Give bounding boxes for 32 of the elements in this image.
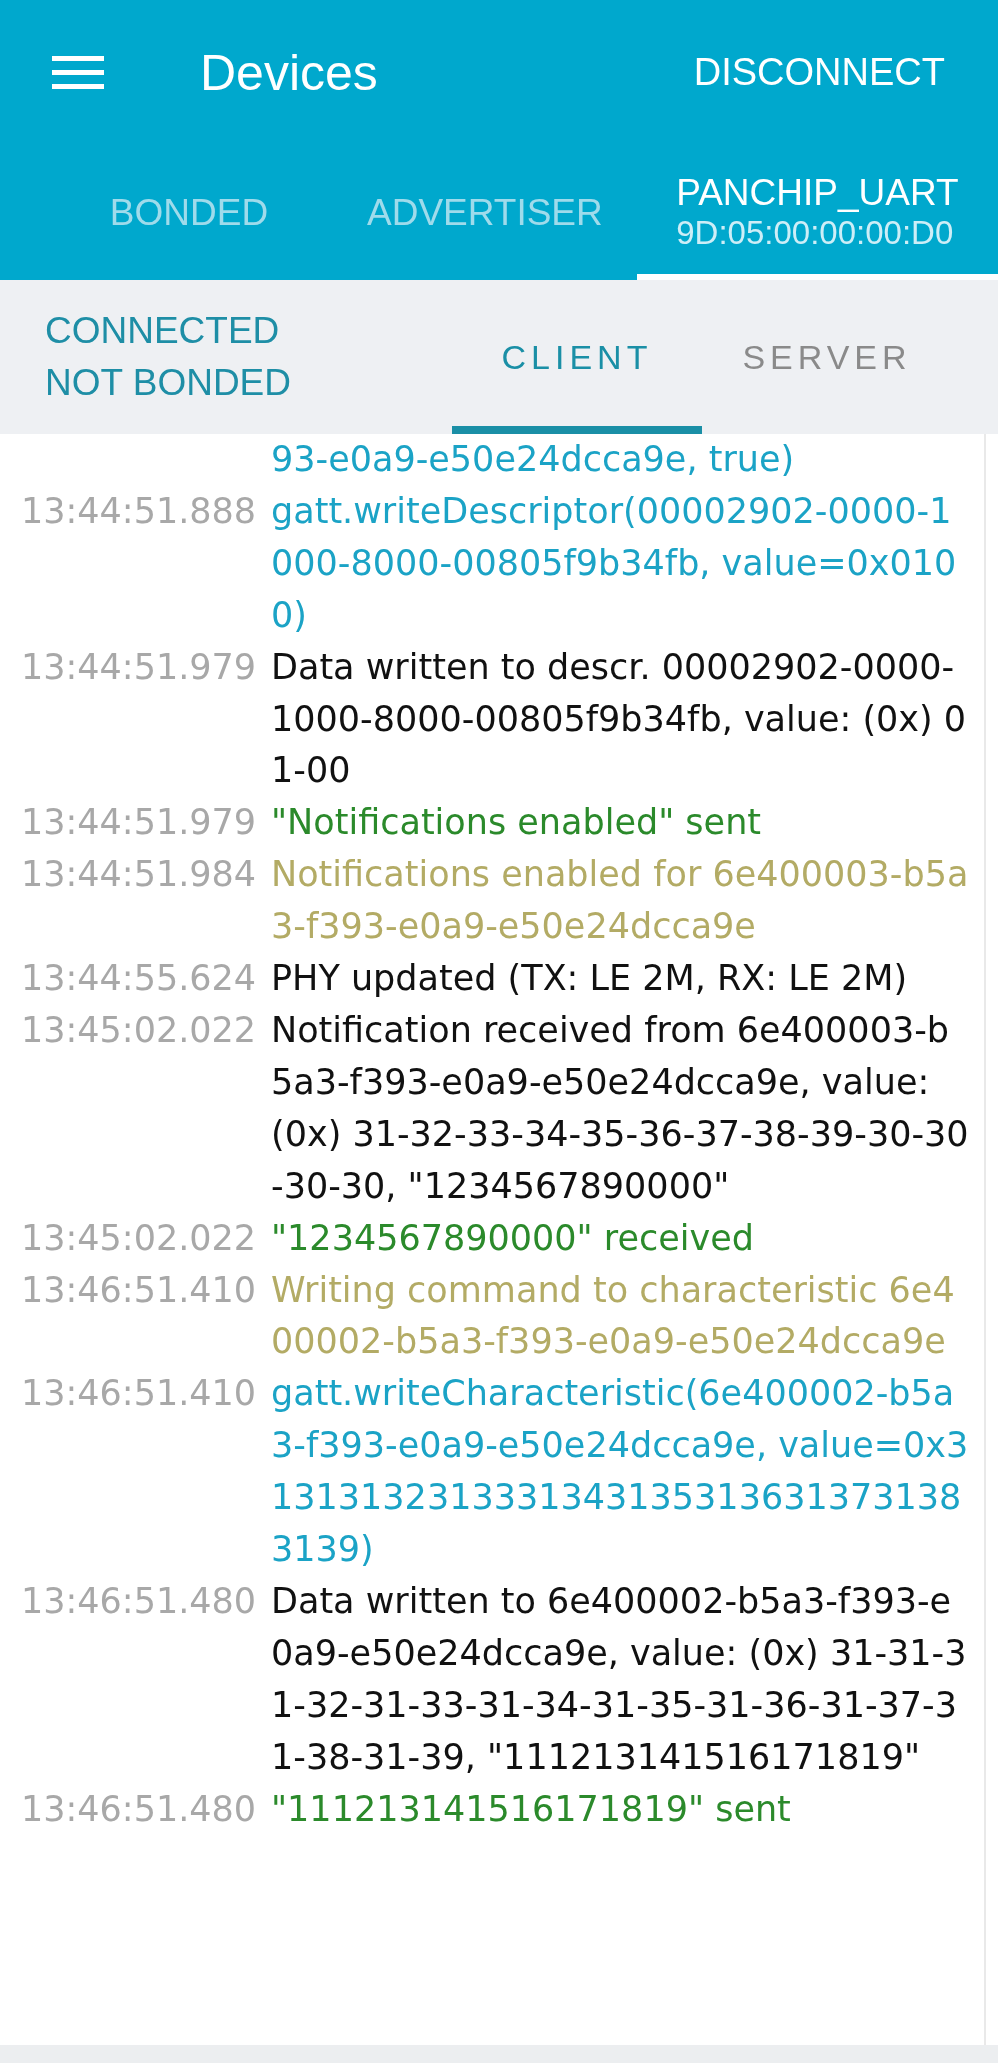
log-message: "Notifications enabled" sent (271, 801, 763, 845)
connection-state: CONNECTED (45, 309, 280, 353)
log-message: Notifications enabled for 6e400003-b5a3-f393-e0a9-e50e24dcca9e (271, 853, 970, 949)
log-timestamp: 13:44:51.979 (21, 801, 257, 845)
view-tab[interactable]: SERVER (702, 280, 952, 434)
log-timestamp: 13:46:51.480 (21, 1579, 257, 1623)
log-timestamp: 13:46:51.480 (21, 1787, 257, 1831)
log-message: "111213141516171819" sent (271, 1787, 792, 1831)
log-message: Data written to 6e400002-b5a3-f393-e0a9-e50e24dcca9e, value: (0x) 31-31-31-32-31-33-31-34-31-35-31-36-31-37-31-38-31-39, "111213141516171819" (271, 1579, 968, 1779)
device-tab[interactable]: BONDED (45, 145, 333, 280)
bond-state: NOT BONDED (45, 361, 291, 405)
log-message: 93-e0a9-e50e24dcca9e, true) (271, 438, 796, 481)
log-message: gatt.writeDescriptor(00002902-0000-1000-8000-00805f9b34fb, value=0x0100) (271, 489, 958, 637)
log-message: Writing command to characteristic 6e400002-b5a3-f393-e0a9-e50e24dcca9e (271, 1268, 956, 1364)
log-timestamp: 13:44:51.888 (21, 489, 257, 533)
view-tab[interactable]: CLIENT (452, 280, 702, 434)
disconnect-button[interactable]: DISCONNECT (693, 51, 945, 94)
log-message: "1234567890000" received (271, 1216, 755, 1260)
log-timestamp: 13:45:02.022 (21, 1008, 257, 1052)
log-timestamp: 13:46:51.410 (21, 1372, 257, 1416)
log-timestamp: 13:44:55.624 (21, 957, 257, 1001)
log-timestamp: 13:45:02.022 (21, 1216, 257, 1260)
log-message: Notification received from 6e400003-b5a3-f393-e0a9-e50e24dcca9e, value: (0x) 31-32-33-34-35-36-37-38-39-30-30-30-30, "1234567890000" (271, 1008, 970, 1208)
log-message: PHY updated (TX: LE 2M, RX: LE 2M) (271, 957, 909, 1001)
menu-icon[interactable] (52, 56, 104, 89)
app-title: Devices (200, 43, 378, 102)
device-tab[interactable]: ADVERTISER (333, 145, 637, 280)
log-message: gatt.writeCharacteristic(6e400002-b5a3-f393-e0a9-e50e24dcca9e, value=0x313131323133313431353136313731383139) (271, 1372, 970, 1572)
log-timestamp: 13:46:51.410 (21, 1268, 257, 1312)
log-timestamp: 13:44:51.984 (21, 853, 257, 897)
log-timestamp: 13:44:51.979 (21, 645, 257, 689)
log-message: Data written to descr. 00002902-0000-1000-8000-00805f9b34fb, value: (0x) 01-00 (271, 645, 968, 793)
